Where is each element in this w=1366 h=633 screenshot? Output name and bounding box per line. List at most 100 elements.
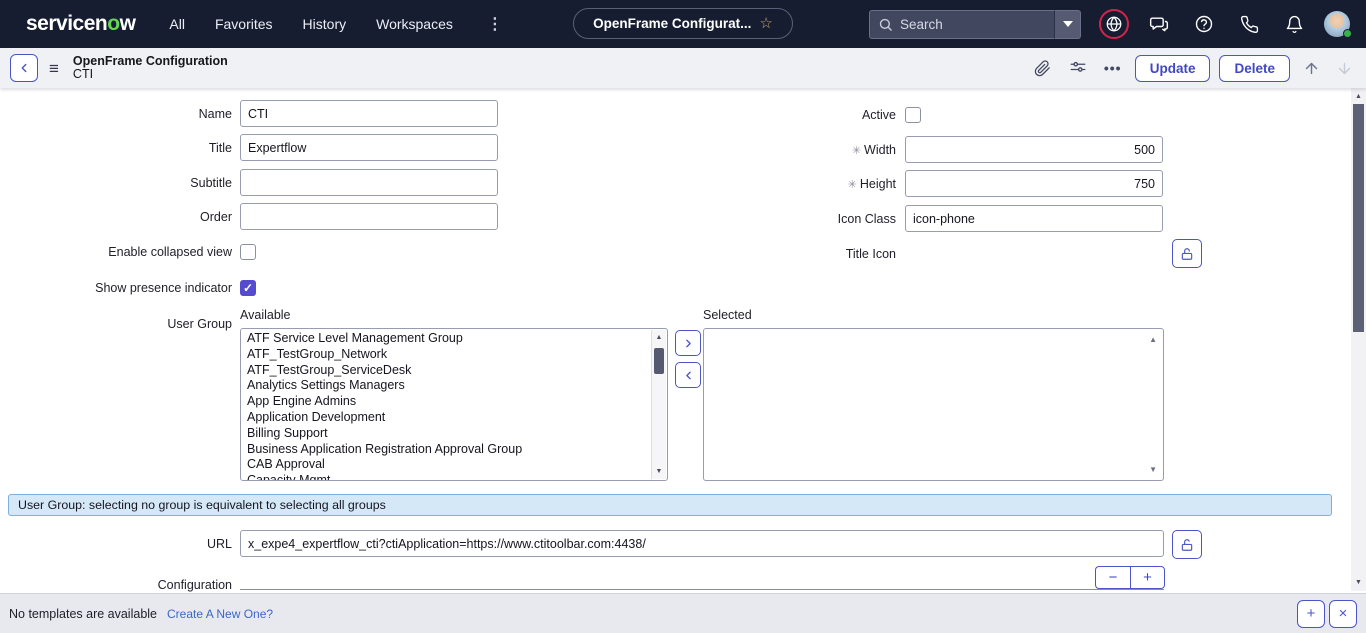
record-type: OpenFrame Configuration <box>73 55 228 68</box>
height-input[interactable] <box>905 170 1163 197</box>
url-lock-button[interactable] <box>1172 530 1202 559</box>
unlock-icon <box>1180 538 1194 552</box>
scroll-down-icon[interactable]: ▼ <box>1351 579 1366 586</box>
subtitle-input[interactable] <box>240 169 498 196</box>
name-input[interactable] <box>240 100 498 127</box>
search-input[interactable] <box>900 17 1030 32</box>
list-item[interactable]: Application Development <box>241 410 667 426</box>
current-record-pill[interactable]: OpenFrame Configurat... ☆ <box>573 8 793 39</box>
list-item[interactable]: ATF Service Level Management Group <box>241 331 667 347</box>
scroll-down-icon[interactable]: ▼ <box>652 468 666 475</box>
available-scrollbar[interactable]: ▲ ▼ <box>651 330 666 479</box>
width-input[interactable] <box>905 136 1163 163</box>
page-scrollbar[interactable]: ▲ ▼ <box>1351 88 1366 591</box>
enable-collapsed-view-checkbox[interactable] <box>240 244 256 260</box>
enable-collapsed-view-label: Enable collapsed view <box>0 245 232 259</box>
active-label: Active <box>740 108 896 122</box>
servicenow-logo[interactable]: servicenow <box>26 12 135 36</box>
icon-class-input[interactable] <box>905 205 1163 232</box>
scroll-up-icon[interactable]: ▲ <box>1149 335 1157 344</box>
title-icon-lock-button[interactable] <box>1172 239 1202 268</box>
selected-items <box>704 329 1163 331</box>
list-item[interactable]: CAB Approval <box>241 457 667 473</box>
show-presence-indicator-label: Show presence indicator <box>0 281 232 295</box>
top-nav: servicenow All Favorites History Workspa… <box>0 0 1366 48</box>
chat-icon[interactable] <box>1144 9 1174 39</box>
nav-workspaces[interactable]: Workspaces <box>376 16 453 32</box>
add-to-selected-button[interactable] <box>675 330 701 356</box>
nav-history[interactable]: History <box>303 16 347 32</box>
name-label: Name <box>0 107 232 121</box>
nav-favorites[interactable]: Favorites <box>215 16 273 32</box>
form-context-menu-icon[interactable]: ≡ <box>49 60 59 77</box>
chevron-left-icon <box>17 61 31 75</box>
active-checkbox[interactable] <box>905 107 921 123</box>
selected-listbox[interactable]: ▲ ▼ <box>703 328 1164 481</box>
utility-icons <box>1099 9 1350 39</box>
form-body: Name Title Subtitle Order Enable collaps… <box>0 88 1366 593</box>
help-icon[interactable] <box>1189 9 1219 39</box>
list-item[interactable]: Billing Support <box>241 426 667 442</box>
scroll-thumb[interactable] <box>654 348 664 374</box>
list-item[interactable]: Capacity Mgmt <box>241 473 667 481</box>
previous-record-arrow-up-icon[interactable] <box>1299 55 1323 81</box>
title-icon-label: Title Icon <box>740 247 896 261</box>
update-button[interactable]: Update <box>1135 55 1211 82</box>
available-items: ATF Service Level Management GroupATF_Te… <box>241 329 667 481</box>
favorite-star-icon[interactable]: ☆ <box>759 16 772 31</box>
next-record-arrow-down-icon[interactable] <box>1332 55 1356 81</box>
user-group-label: User Group <box>0 317 232 331</box>
available-listbox[interactable]: ATF Service Level Management GroupATF_Te… <box>240 328 668 481</box>
templates-bar: No templates are available Create A New … <box>0 593 1366 633</box>
list-item[interactable]: Business Application Registration Approv… <box>241 442 667 458</box>
add-template-button[interactable]: + <box>1297 600 1325 628</box>
delete-button[interactable]: Delete <box>1219 55 1290 82</box>
increase-rows-button[interactable]: + <box>1130 566 1165 589</box>
search-icon <box>878 17 893 32</box>
back-button[interactable] <box>10 54 38 82</box>
scroll-down-icon[interactable]: ▼ <box>1149 465 1157 474</box>
list-item[interactable]: Analytics Settings Managers <box>241 378 667 394</box>
title-label: Title <box>0 141 232 155</box>
decrease-rows-button[interactable]: − <box>1095 566 1130 589</box>
width-label: ✳Width <box>740 143 896 157</box>
scroll-thumb[interactable] <box>1353 104 1364 332</box>
configuration-resize-buttons: − + <box>1095 566 1165 589</box>
search-box[interactable] <box>869 10 1054 39</box>
list-item[interactable]: ATF_TestGroup_ServiceDesk <box>241 363 667 379</box>
chevron-right-icon <box>682 337 695 350</box>
more-menus-icon[interactable]: ⋮ <box>483 14 507 34</box>
nav-all[interactable]: All <box>169 16 185 32</box>
url-input[interactable] <box>240 530 1164 557</box>
url-label: URL <box>0 537 232 551</box>
title-input[interactable] <box>240 134 498 161</box>
avatar[interactable] <box>1324 11 1350 37</box>
configuration-label: Configuration <box>0 578 232 592</box>
selected-label: Selected <box>703 308 752 322</box>
presence-status-dot <box>1343 29 1352 38</box>
info-message-bar: User Group: selecting no group is equiva… <box>8 494 1332 516</box>
available-label: Available <box>240 308 291 322</box>
list-item[interactable]: ATF_TestGroup_Network <box>241 347 667 363</box>
notifications-bell-icon[interactable] <box>1279 9 1309 39</box>
close-templates-bar-button[interactable]: × <box>1329 600 1357 628</box>
search-scope-dropdown[interactable] <box>1054 10 1081 39</box>
no-templates-message: No templates are available <box>9 607 157 621</box>
globe-alert-icon[interactable] <box>1099 9 1129 39</box>
create-new-template-link[interactable]: Create A New One? <box>167 607 273 621</box>
show-presence-indicator-checkbox[interactable] <box>240 280 256 296</box>
more-options-icon[interactable]: ••• <box>1100 55 1126 81</box>
record-name: CTI <box>73 68 228 81</box>
form-header: ≡ OpenFrame Configuration CTI ••• Update… <box>0 48 1366 88</box>
remove-from-selected-button[interactable] <box>675 362 701 388</box>
mandatory-icon: ✳ <box>848 179 857 191</box>
order-input[interactable] <box>240 203 498 230</box>
chevron-left-icon <box>682 369 695 382</box>
list-item[interactable]: App Engine Admins <box>241 394 667 410</box>
logo-text-end: w <box>120 12 136 35</box>
attachment-paperclip-icon[interactable] <box>1030 55 1056 81</box>
scroll-up-icon[interactable]: ▲ <box>1351 93 1366 100</box>
personalize-form-sliders-icon[interactable] <box>1065 55 1091 81</box>
scroll-up-icon[interactable]: ▲ <box>652 334 666 341</box>
phone-icon[interactable] <box>1234 9 1264 39</box>
